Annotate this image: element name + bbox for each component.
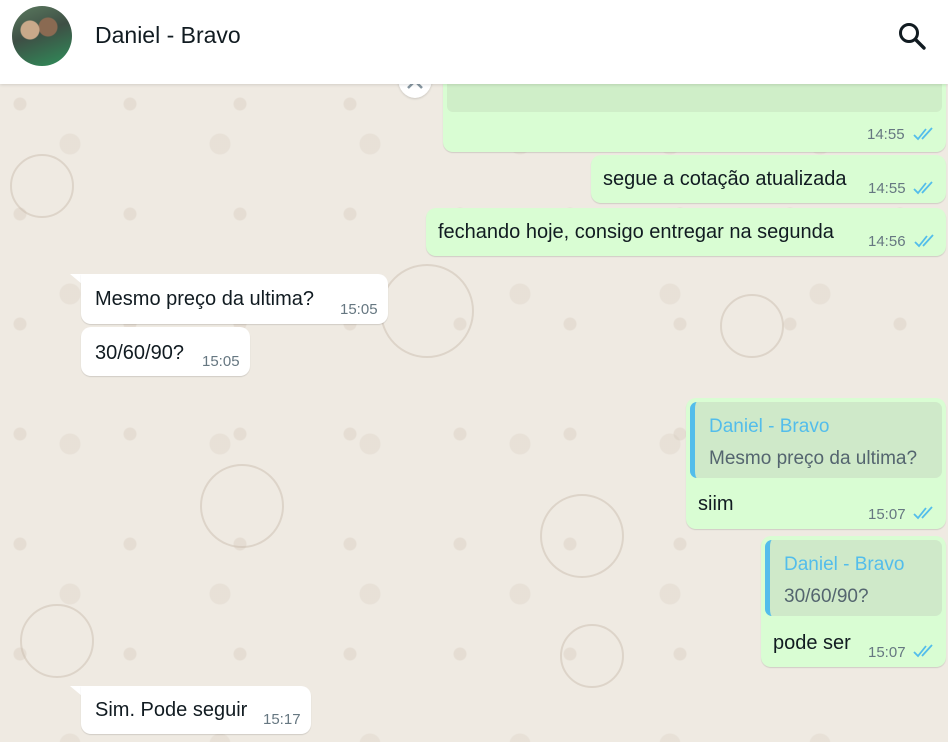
message-bubble-outgoing[interactable]: segue a cotação atualizada 14:55 bbox=[591, 155, 946, 203]
quoted-message[interactable]: Daniel - Bravo Mesmo preço da ultima? bbox=[690, 402, 942, 478]
message-text: fechando hoje, consigo entregar na segun… bbox=[438, 221, 834, 243]
message-time: 15:17 bbox=[263, 711, 301, 728]
wallpaper-doodle bbox=[200, 464, 284, 548]
wallpaper-doodle bbox=[10, 154, 74, 218]
message-bubble-incoming[interactable]: Sim. Pode seguir 15:17 bbox=[81, 686, 311, 734]
message-text: segue a cotação atualizada bbox=[603, 168, 847, 190]
message-text: pode ser bbox=[773, 632, 851, 654]
message-bubble-outgoing-reply[interactable]: Daniel - Bravo 30/60/90? pode ser 15:07 bbox=[761, 536, 946, 667]
message-text: 30/60/90? bbox=[95, 342, 184, 364]
message-text: Sim. Pode seguir bbox=[95, 699, 248, 721]
search-button[interactable] bbox=[896, 20, 928, 52]
contact-name[interactable]: Daniel - Bravo bbox=[95, 22, 241, 49]
wallpaper-doodle bbox=[720, 294, 784, 358]
message-time: 15:07 bbox=[868, 644, 906, 661]
double-check-icon bbox=[913, 127, 933, 141]
message-time: 14:55 bbox=[867, 126, 905, 143]
message-bubble-outgoing[interactable]: fechando hoje, consigo entregar na segun… bbox=[426, 208, 946, 256]
message-text: siim bbox=[698, 493, 734, 515]
double-check-icon bbox=[913, 506, 933, 520]
quoted-author: Daniel - Bravo bbox=[709, 416, 830, 437]
avatar[interactable] bbox=[12, 6, 72, 66]
double-check-icon bbox=[913, 644, 933, 658]
chat-header: Daniel - Bravo bbox=[0, 0, 948, 84]
wallpaper-doodle bbox=[560, 624, 624, 688]
quoted-author: Daniel - Bravo bbox=[784, 554, 905, 575]
message-bubble-outgoing-reply[interactable]: Daniel - Bravo Mesmo preço da ultima? si… bbox=[686, 398, 946, 529]
message-time: 15:07 bbox=[868, 506, 906, 523]
double-check-icon bbox=[913, 181, 933, 195]
quoted-message[interactable]: Daniel - Bravo 30/60/90? bbox=[765, 540, 942, 616]
quoted-text: 30/60/90? bbox=[784, 586, 869, 607]
wallpaper-doodle bbox=[380, 264, 474, 358]
message-text: Mesmo preço da ultima? bbox=[95, 288, 314, 310]
message-time: 14:56 bbox=[868, 233, 906, 250]
double-check-icon bbox=[914, 234, 934, 248]
wallpaper-doodle bbox=[20, 604, 94, 678]
message-time: 15:05 bbox=[202, 353, 240, 370]
wallpaper-doodle bbox=[540, 494, 624, 578]
message-bubble-incoming[interactable]: Mesmo preço da ultima? 15:05 bbox=[81, 274, 388, 324]
message-time: 14:55 bbox=[868, 180, 906, 197]
message-bubble-incoming[interactable]: 30/60/90? 15:05 bbox=[81, 327, 250, 376]
message-time: 15:05 bbox=[340, 301, 378, 318]
search-icon bbox=[899, 23, 926, 50]
quoted-text: Mesmo preço da ultima? bbox=[709, 448, 918, 469]
